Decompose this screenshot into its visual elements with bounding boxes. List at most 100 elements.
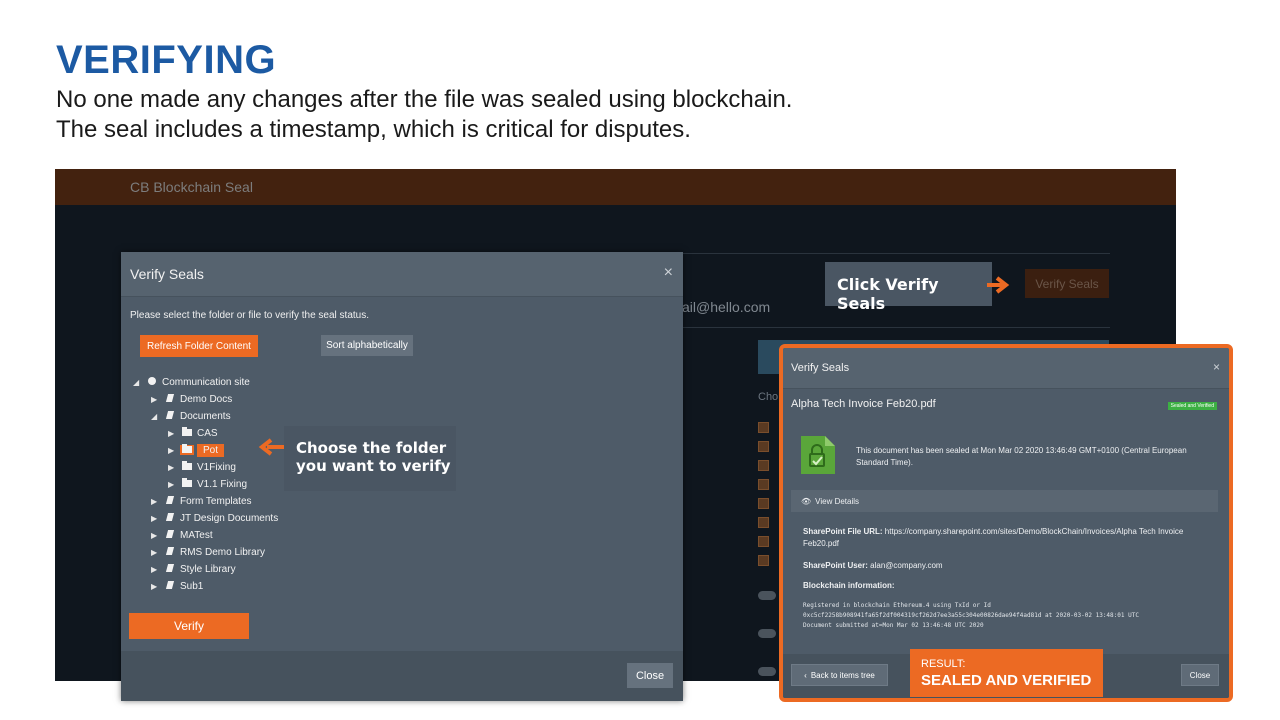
tree-node[interactable]: ▶ RMS Demo Library	[151, 544, 265, 560]
divider	[682, 253, 1110, 254]
caret-right-icon[interactable]: ▶	[151, 548, 163, 557]
result-dialog-header: Verify Seals ×	[783, 348, 1229, 389]
field-value: alan@company.com	[870, 561, 943, 570]
checkbox[interactable]	[758, 498, 769, 509]
library-icon	[163, 581, 177, 591]
caret-right-icon[interactable]: ▶	[151, 531, 163, 540]
blockchain-info-line: Document submitted at=Mon Mar 02 13:46:4…	[803, 622, 984, 629]
checkbox[interactable]	[758, 536, 769, 547]
arrow-right-icon	[987, 276, 1010, 294]
user-email: ail@hello.com	[682, 299, 771, 315]
tree-node-label: V1.1 Fixing	[197, 478, 248, 490]
back-to-items-button[interactable]: ‹ Back to items tree	[791, 664, 888, 686]
divider	[682, 327, 1110, 328]
slide-subtitle-line2: The seal includes a timestamp, which is …	[56, 116, 691, 143]
blockchain-info-line: Registered in blockchain Ethereum.4 usin…	[803, 602, 991, 609]
result-label-big: SEALED AND VERIFIED	[921, 672, 1092, 689]
checkbox[interactable]	[758, 479, 769, 490]
field-label: SharePoint User:	[803, 561, 868, 570]
tree-node-selected[interactable]: ▶ Pot	[168, 442, 225, 458]
view-details-label: View Details	[815, 496, 860, 506]
tree-node[interactable]: ▶ JT Design Documents	[151, 510, 278, 526]
close-icon[interactable]: ×	[664, 264, 673, 282]
checkbox[interactable]	[758, 441, 769, 452]
close-icon[interactable]: ×	[1213, 360, 1220, 374]
field-label: SharePoint File URL:	[803, 527, 883, 536]
sealed-document-icon	[801, 436, 835, 474]
tree-node-label: RMS Demo Library	[180, 546, 266, 558]
refresh-folder-button[interactable]: Refresh Folder Content	[140, 335, 258, 357]
tree-node-label: Documents	[180, 410, 231, 422]
caret-down-icon[interactable]: ◢	[133, 378, 145, 387]
tree-node[interactable]: ▶ CAS	[168, 425, 218, 441]
tree-node[interactable]: ▶ MATest	[151, 527, 213, 543]
tree-node[interactable]: ▶ Style Library	[151, 561, 236, 577]
tree-node-label: Style Library	[180, 563, 236, 575]
checkbox[interactable]	[758, 460, 769, 471]
verify-seals-button[interactable]: Verify Seals	[1025, 269, 1109, 298]
caret-right-icon[interactable]: ▶	[151, 582, 163, 591]
tree-node[interactable]: ▶ Demo Docs	[151, 391, 232, 407]
tree-node-label: Pot	[197, 443, 225, 457]
library-icon	[163, 513, 177, 523]
chevron-left-icon: ‹	[804, 670, 807, 680]
tree-node-label: Form Templates	[180, 495, 252, 507]
toggle-switch[interactable]	[758, 667, 776, 676]
caret-right-icon[interactable]: ▶	[168, 429, 180, 438]
tree-node[interactable]: ◢ Documents	[151, 408, 231, 424]
dialog-instruction: Please select the folder or file to veri…	[130, 310, 370, 321]
tree-node[interactable]: ▶ V1.1 Fixing	[168, 476, 247, 492]
folder-icon	[180, 444, 194, 455]
caret-right-icon[interactable]: ▶	[168, 463, 180, 472]
eye-icon: 👁	[801, 496, 812, 506]
view-details-toggle[interactable]: 👁 View Details	[791, 490, 1218, 512]
dialog-header: Verify Seals ×	[121, 252, 683, 297]
tree-node-label: JT Design Documents	[180, 512, 279, 524]
library-icon	[163, 564, 177, 574]
tree-node[interactable]: ◢ Communication site	[133, 374, 250, 390]
sort-alphabetically-button[interactable]: Sort alphabetically	[321, 335, 413, 356]
caret-right-icon[interactable]: ▶	[151, 497, 163, 506]
caret-right-icon[interactable]: ▶	[168, 480, 180, 489]
blockchain-info-line: 0xc5cf2258b908941fa65f2df004319cf262d7ee…	[803, 612, 1139, 619]
callout-choose-folder: Choose the folder you want to verify	[284, 426, 456, 491]
library-icon	[163, 411, 177, 421]
arrow-left-icon	[258, 438, 285, 456]
dialog-title: Verify Seals	[130, 266, 204, 282]
folder-icon	[180, 427, 194, 438]
sharepoint-url-field: SharePoint File URL: https://company.sha…	[803, 526, 1213, 550]
result-label-small: RESULT:	[921, 658, 966, 670]
app-title: CB Blockchain Seal	[130, 179, 253, 195]
caret-right-icon[interactable]: ▶	[151, 395, 163, 404]
library-icon	[163, 530, 177, 540]
callout-verify-seals: Click Verify Seals	[825, 262, 992, 313]
caret-down-icon[interactable]: ◢	[151, 412, 163, 421]
library-icon	[163, 496, 177, 506]
callout-text: Click Verify Seals	[837, 275, 939, 313]
folder-icon	[180, 461, 194, 472]
sealed-file-name: Alpha Tech Invoice Feb20.pdf	[791, 398, 936, 410]
folder-icon	[180, 478, 194, 489]
slide-title: VERIFYING	[56, 38, 277, 82]
library-icon	[163, 394, 177, 404]
checkbox[interactable]	[758, 517, 769, 528]
tree-node[interactable]: ▶ V1Fixing	[168, 459, 236, 475]
caret-right-icon[interactable]: ▶	[151, 514, 163, 523]
verify-button[interactable]: Verify	[129, 613, 249, 639]
checkbox[interactable]	[758, 422, 769, 433]
close-button[interactable]: Close	[627, 663, 673, 688]
tree-node[interactable]: ▶ Form Templates	[151, 493, 252, 509]
slide-subtitle-line1: No one made any changes after the file w…	[56, 86, 793, 113]
caret-right-icon[interactable]: ▶	[168, 446, 180, 455]
toggle-switch[interactable]	[758, 591, 776, 600]
tree-node-label: Demo Docs	[180, 393, 233, 405]
toggle-switch[interactable]	[758, 629, 776, 638]
caret-right-icon[interactable]: ▶	[151, 565, 163, 574]
sealed-timestamp-text: This document has been sealed at Mon Mar…	[856, 446, 1187, 467]
tree-node[interactable]: ▶ Sub1	[151, 578, 203, 594]
sharepoint-user-field: SharePoint User: alan@company.com	[803, 560, 1213, 572]
checkbox[interactable]	[758, 555, 769, 566]
tree-node-label: MATest	[180, 529, 213, 541]
app-topbar: CB Blockchain Seal	[55, 169, 1176, 205]
close-button[interactable]: Close	[1181, 664, 1219, 686]
